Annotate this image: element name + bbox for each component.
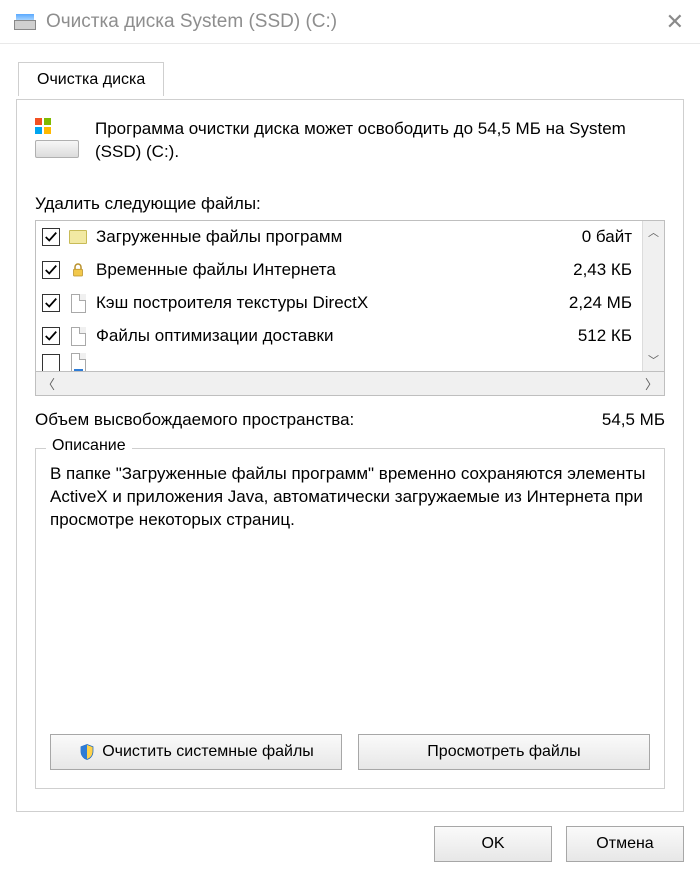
checkbox[interactable]: [42, 354, 60, 371]
drive-cleanup-icon: [14, 14, 36, 30]
checkbox[interactable]: [42, 228, 60, 246]
list-item[interactable]: Временные файлы Интернета 2,43 КБ: [36, 254, 642, 287]
scroll-left-icon[interactable]: 〈: [42, 374, 55, 393]
scroll-up-icon[interactable]: ︿: [643, 221, 664, 243]
tab-disk-cleanup[interactable]: Очистка диска: [18, 62, 164, 96]
tab-panel: Программа очистки диска может освободить…: [16, 99, 684, 812]
intro-text: Программа очистки диска может освободить…: [95, 118, 665, 164]
checkbox[interactable]: [42, 261, 60, 279]
cancel-button[interactable]: Отмена: [566, 826, 684, 862]
file-name: Файлы оптимизации доставки: [96, 326, 570, 346]
horizontal-scrollbar[interactable]: 〈 〉: [35, 372, 665, 396]
description-title: Описание: [46, 437, 132, 455]
description-group: Описание В папке "Загруженные файлы прог…: [35, 448, 665, 789]
list-item[interactable]: [36, 353, 642, 371]
ok-button[interactable]: OK: [434, 826, 552, 862]
window-title: Очистка диска System (SSD) (C:): [46, 11, 337, 33]
vertical-scrollbar[interactable]: ︿ ﹀: [642, 221, 664, 371]
checkbox[interactable]: [42, 294, 60, 312]
file-size: 2,43 КБ: [573, 260, 634, 280]
file-size: 0 байт: [582, 227, 634, 247]
drive-icon: [35, 118, 79, 158]
files-list[interactable]: Загруженные файлы программ 0 байт Времен…: [35, 220, 665, 372]
file-size: 512 КБ: [578, 326, 634, 346]
scroll-down-icon[interactable]: ﹀: [643, 349, 664, 371]
file-name: Загруженные файлы программ: [96, 227, 574, 247]
shield-icon: [78, 743, 96, 761]
freed-space-value: 54,5 МБ: [602, 410, 665, 430]
clean-system-files-button[interactable]: Очистить системные файлы: [50, 734, 342, 770]
folder-icon: [68, 226, 88, 248]
freed-space-label: Объем высвобождаемого пространства:: [35, 410, 602, 430]
checkbox[interactable]: [42, 327, 60, 345]
list-item[interactable]: Кэш построителя текстуры DirectX 2,24 МБ: [36, 287, 642, 320]
file-name: Кэш построителя текстуры DirectX: [96, 293, 561, 313]
file-icon: [68, 353, 88, 371]
scroll-right-icon[interactable]: 〉: [645, 374, 658, 393]
file-name: Временные файлы Интернета: [96, 260, 565, 280]
list-item[interactable]: Файлы оптимизации доставки 512 КБ: [36, 320, 642, 353]
close-button[interactable]: ✕: [660, 9, 690, 35]
description-text: В папке "Загруженные файлы программ" вре…: [50, 463, 650, 720]
files-list-label: Удалить следующие файлы:: [35, 194, 665, 214]
file-size: 2,24 МБ: [569, 293, 634, 313]
lock-icon: [68, 259, 88, 281]
file-icon: [68, 292, 88, 314]
file-icon: [68, 325, 88, 347]
titlebar: Очистка диска System (SSD) (C:) ✕: [0, 0, 700, 44]
list-item[interactable]: Загруженные файлы программ 0 байт: [36, 221, 642, 254]
view-files-button[interactable]: Просмотреть файлы: [358, 734, 650, 770]
